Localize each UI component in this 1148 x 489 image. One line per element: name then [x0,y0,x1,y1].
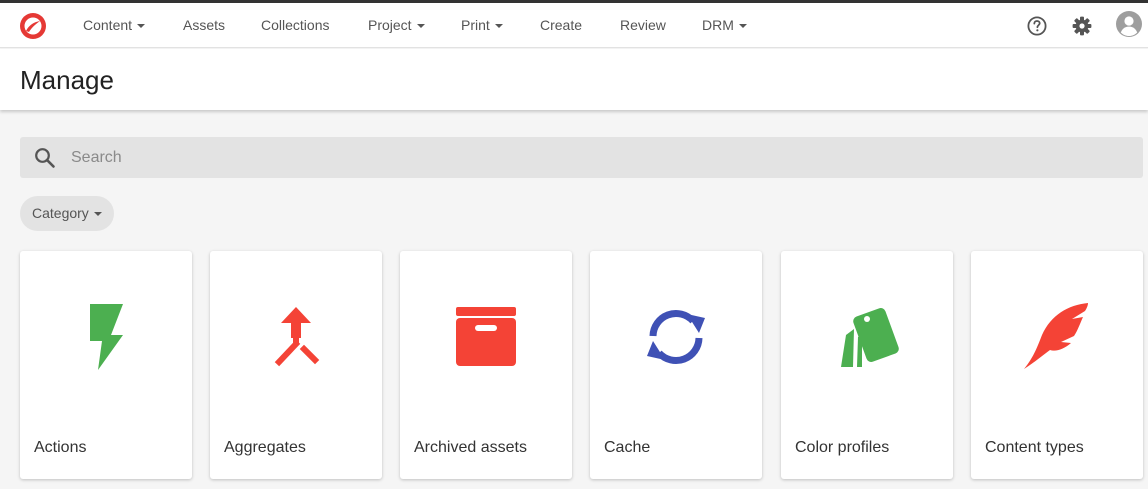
card-content-types[interactable]: Content types [971,251,1143,479]
nav-create[interactable]: Create [540,3,582,48]
card-content-types-label: Content types [985,439,1084,456]
page-title: Manage [20,65,114,95]
chevron-down-icon [494,24,503,28]
nav-drm-label: DRM [702,17,734,33]
nav-content[interactable]: Content [83,3,146,48]
help-icon[interactable] [1027,16,1047,36]
card-cache-label: Cache [604,439,651,456]
chevron-down-icon [416,24,425,28]
category-filter-button[interactable]: Category [20,196,114,231]
nav-create-label: Create [540,17,583,33]
search-icon [35,148,55,168]
search-bar[interactable] [20,137,1143,178]
nav-assets[interactable]: Assets [183,3,225,48]
chevron-down-icon [137,24,146,28]
swatch-icon [841,308,899,367]
sync-icon [647,309,705,365]
card-color-profiles[interactable]: Color profiles [781,251,953,479]
card-actions-label: Actions [34,439,87,456]
nav-review-label: Review [620,17,666,33]
chevron-down-icon [93,212,102,216]
nav-drm[interactable]: DRM [702,3,747,48]
page-header: Manage [0,49,1148,110]
nav-review[interactable]: Review [620,3,666,48]
nav-print-label: Print [461,17,490,33]
feather-icon [1024,303,1088,369]
archive-icon [456,307,516,366]
settings-icon[interactable] [1072,16,1092,36]
card-cache[interactable]: Cache [590,251,762,479]
card-archived-assets-label: Archived assets [414,439,527,456]
nav-collections[interactable]: Collections [261,3,329,48]
lightning-icon [90,304,123,370]
card-actions[interactable]: Actions [20,251,192,479]
card-aggregates[interactable]: Aggregates [210,251,382,479]
category-filter-label: Category [32,205,89,221]
nav-project-label: Project [368,17,412,33]
top-navbar: Content Assets Collections Project Print… [0,3,1148,48]
nav-assets-label: Assets [183,17,226,33]
search-input[interactable] [71,137,1131,178]
nav-print[interactable]: Print [461,3,503,48]
nav-content-label: Content [83,17,133,33]
chevron-down-icon [738,24,747,28]
nav-project[interactable]: Project [368,3,425,48]
merge-icon [274,307,320,367]
card-color-profiles-label: Color profiles [795,439,890,456]
card-aggregates-label: Aggregates [224,439,306,456]
avatar-icon[interactable] [1116,11,1142,37]
brand-logo-icon[interactable] [19,12,47,40]
nav-collections-label: Collections [261,17,330,33]
card-archived-assets[interactable]: Archived assets [400,251,572,479]
